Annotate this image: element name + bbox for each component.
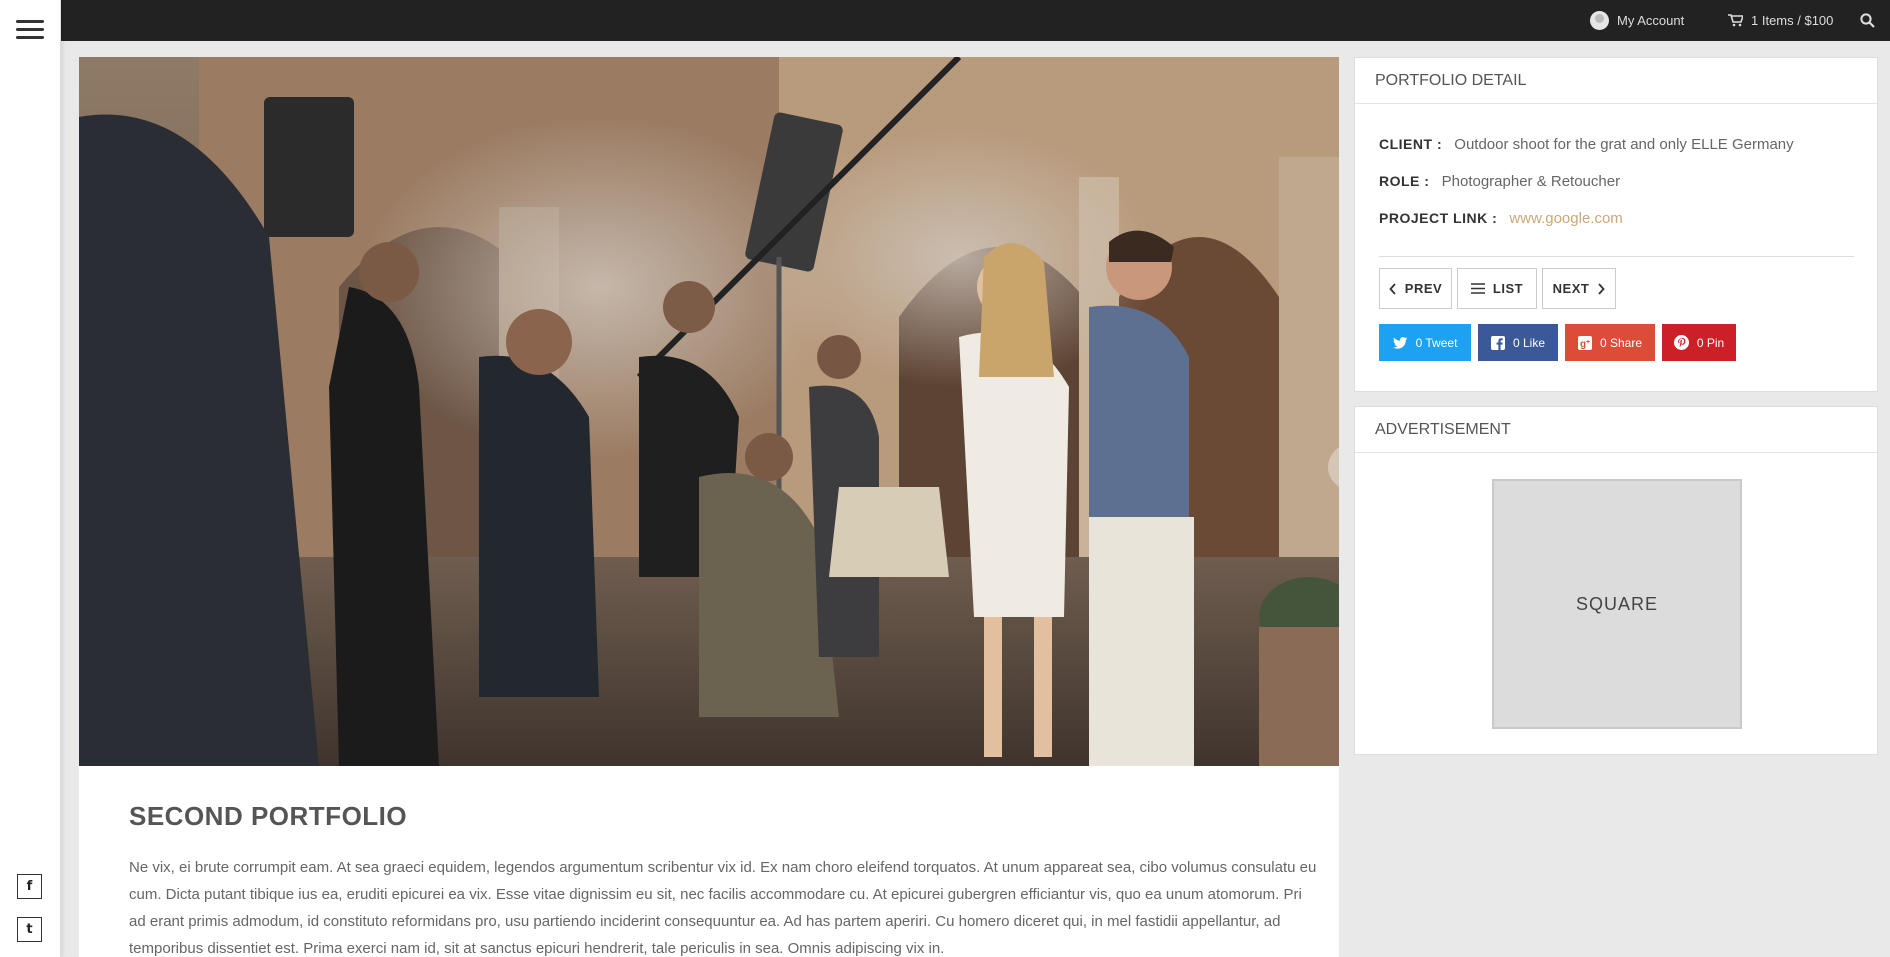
left-sidebar: f t bbox=[0, 0, 61, 957]
tweet-count: 0 Tweet bbox=[1415, 335, 1458, 350]
next-button[interactable]: NEXT bbox=[1542, 268, 1616, 309]
cart-label: 1 Items / $100 bbox=[1751, 13, 1834, 28]
cart-link[interactable]: 1 Items / $100 bbox=[1728, 0, 1833, 41]
search-button[interactable] bbox=[1860, 0, 1875, 41]
photo-shoot-scene bbox=[79, 57, 1339, 766]
cart-icon bbox=[1728, 14, 1743, 27]
portfolio-description: Ne vix, ei brute corrumpit eam. At sea g… bbox=[129, 859, 1317, 957]
advertisement-panel: ADVERTISEMENT SQUARE bbox=[1354, 406, 1878, 755]
my-account-link[interactable]: My Account bbox=[1590, 0, 1684, 41]
next-label: NEXT bbox=[1552, 281, 1590, 296]
list-label: LIST bbox=[1492, 281, 1524, 296]
portfolio-detail-panel: PORTFOLIO DETAIL CLIENT : Outdoor shoot … bbox=[1354, 57, 1878, 392]
chevron-right-icon bbox=[1598, 282, 1606, 295]
list-button[interactable]: LIST bbox=[1457, 268, 1537, 309]
prev-button[interactable]: PREV bbox=[1379, 268, 1452, 309]
like-count: 0 Like bbox=[1512, 335, 1546, 350]
google-share-button[interactable]: g + 0 Share bbox=[1565, 324, 1655, 361]
chevron-left-icon bbox=[1389, 282, 1396, 295]
project-link-label: PROJECT LINK : bbox=[1379, 210, 1498, 226]
client-value: Outdoor shoot for the grat and only ELLE… bbox=[1454, 136, 1794, 153]
my-account-label: My Account bbox=[1617, 13, 1685, 28]
project-link[interactable]: www.google.com bbox=[1509, 210, 1622, 227]
project-link-row: PROJECT LINK : www.google.com bbox=[1379, 210, 1623, 227]
role-label: ROLE : bbox=[1379, 173, 1430, 189]
pin-count: 0 Pin bbox=[1696, 335, 1725, 350]
pinterest-pin-button[interactable]: 0 Pin bbox=[1662, 324, 1736, 361]
ad-square-placeholder[interactable]: SQUARE bbox=[1492, 479, 1742, 729]
role-row: ROLE : Photographer & Retoucher bbox=[1379, 173, 1620, 190]
list-icon bbox=[1470, 283, 1485, 294]
portfolio-content: SECOND PORTFOLIO Ne vix, ei brute corrum… bbox=[79, 766, 1339, 957]
google-plus-icon: g + bbox=[1577, 335, 1592, 350]
twitter-bird-icon bbox=[1392, 336, 1408, 349]
facebook-icon bbox=[1490, 335, 1505, 350]
portfolio-detail-heading: PORTFOLIO DETAIL bbox=[1355, 58, 1877, 104]
portfolio-title: SECOND PORTFOLIO bbox=[129, 801, 408, 831]
twitter-icon[interactable]: t bbox=[17, 917, 42, 942]
pinterest-icon bbox=[1673, 335, 1689, 350]
prev-label: PREV bbox=[1404, 281, 1443, 296]
client-row: CLIENT : Outdoor shoot for the grat and … bbox=[1379, 136, 1794, 153]
detail-divider bbox=[1379, 256, 1854, 257]
search-icon bbox=[1860, 13, 1875, 28]
svg-text:+: + bbox=[1586, 339, 1590, 346]
facebook-like-button[interactable]: 0 Like bbox=[1478, 324, 1558, 361]
role-value: Photographer & Retoucher bbox=[1441, 173, 1621, 190]
account-avatar-icon bbox=[1590, 11, 1609, 30]
client-label: CLIENT : bbox=[1379, 136, 1443, 152]
advertisement-heading: ADVERTISEMENT bbox=[1355, 407, 1877, 453]
hamburger-menu-icon[interactable] bbox=[16, 20, 44, 42]
facebook-icon[interactable]: f bbox=[17, 874, 42, 899]
share-count: 0 Share bbox=[1599, 335, 1643, 350]
portfolio-hero-image bbox=[79, 57, 1339, 766]
tweet-button[interactable]: 0 Tweet bbox=[1379, 324, 1471, 361]
top-bar: My Account 1 Items / $100 bbox=[61, 0, 1890, 41]
